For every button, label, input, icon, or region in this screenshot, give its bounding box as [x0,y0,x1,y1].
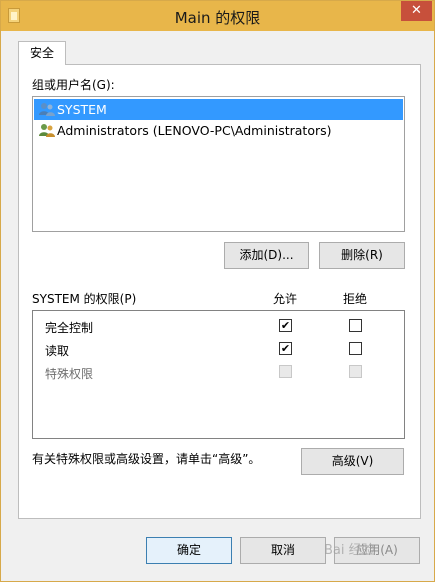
users-listbox[interactable]: SYSTEM Administrators (LENOVO-PC\Adminis… [32,96,405,232]
deny-checkbox[interactable] [349,342,362,355]
deny-checkbox [349,365,362,378]
advanced-hint: 有关特殊权限或高级设置，请单击“高级”。 [32,452,261,466]
list-item-administrators[interactable]: Administrators (LENOVO-PC\Administrators… [34,120,403,141]
allow-checkbox[interactable]: ✔ [279,342,292,355]
remove-button[interactable]: 删除(R) [319,242,405,269]
permission-name: 特殊权限 [45,367,94,381]
permission-row-read: 读取 ✔ [33,339,404,359]
window-title: Main 的权限 [174,9,261,27]
ok-button[interactable]: 确定 [146,537,232,564]
permissions-list: 完全控制 ✔ 读取 ✔ 特殊权限 [32,310,405,439]
permission-row-full-control: 完全控制 ✔ [33,316,404,336]
add-button[interactable]: 添加(D)... [224,242,309,269]
list-item-system[interactable]: SYSTEM [34,99,403,120]
cancel-button[interactable]: 取消 [240,537,326,564]
list-item-label: Administrators (LENOVO-PC\Administrators… [57,123,332,138]
deny-checkbox[interactable] [349,319,362,332]
list-item-label: SYSTEM [57,102,107,117]
allow-checkbox [279,365,292,378]
deny-header: 拒绝 [343,292,368,306]
watermark: Bai 经验 [324,543,375,558]
user-group-icon [39,124,55,137]
permission-name: 读取 [45,344,70,358]
advanced-button[interactable]: 高级(V) [301,448,404,475]
user-group-icon [39,103,55,116]
permission-row-special: 特殊权限 [33,362,404,382]
users-label: 组或用户名(G): [32,78,115,92]
allow-checkbox[interactable]: ✔ [279,319,292,332]
tab-security[interactable]: 安全 [18,41,66,65]
allow-header: 允许 [273,292,298,306]
close-button[interactable]: ✕ [401,1,432,21]
permission-name: 完全控制 [45,321,94,335]
permissions-title: SYSTEM 的权限(P) [32,292,137,306]
title-bar[interactable]: Main 的权限 ✕ [1,1,434,31]
permissions-dialog: Main 的权限 ✕ 安全 组或用户名(G): SYSTEM Administr… [0,0,435,582]
